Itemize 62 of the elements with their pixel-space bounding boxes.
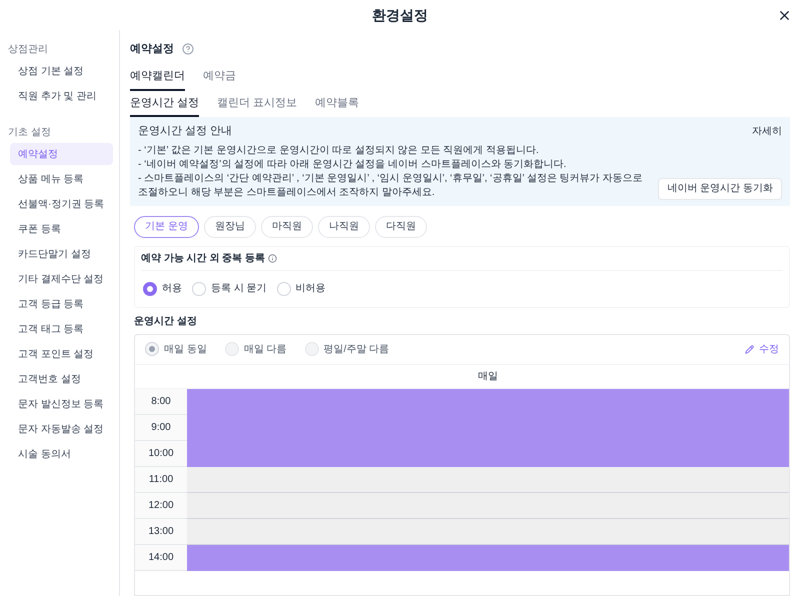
page-title: 예약설정 bbox=[130, 42, 174, 57]
sidebar-item[interactable]: 고객 포인트 설정 bbox=[10, 343, 113, 365]
sidebar-item[interactable]: 쿠폰 등록 bbox=[10, 218, 113, 240]
radio-button[interactable] bbox=[143, 282, 157, 296]
close-icon bbox=[777, 8, 792, 23]
notice-text: - ‘기본’ 값은 기본 운영시간으로 운영시간이 따로 설정되지 않은 모든 직원에게 적용됩니다. bbox=[138, 144, 540, 158]
sidebar-item[interactable]: 카드단말기 설정 bbox=[10, 243, 113, 265]
time-label: 14:00 bbox=[135, 544, 187, 570]
radio-label: 매일 동일 bbox=[164, 342, 207, 356]
sync-button[interactable]: 네이버 운영시간 동기화 bbox=[658, 178, 782, 200]
staff-chip[interactable]: 원장님 bbox=[204, 216, 256, 238]
radio-label: 허용 bbox=[162, 282, 182, 296]
sidebar-item[interactable]: 선불액·정기권 등록 bbox=[10, 193, 113, 215]
staff-chip[interactable]: 마직원 bbox=[260, 216, 313, 238]
sidebar-item[interactable]: 예약설정 bbox=[10, 143, 113, 165]
section-title: 운영시간 설정 bbox=[134, 314, 198, 328]
sidebar-item[interactable]: 시술 동의서 bbox=[10, 443, 113, 465]
notice-title: 운영시간 설정 안내 bbox=[138, 124, 232, 139]
tab[interactable]: 예약캘린더 bbox=[130, 68, 185, 90]
time-slot[interactable] bbox=[187, 388, 789, 414]
time-slot[interactable] bbox=[187, 440, 789, 466]
sidebar-group-title: 기초 설정 bbox=[7, 126, 52, 140]
pencil-icon bbox=[745, 344, 754, 354]
radio-label: 등록 시 묻기 bbox=[211, 282, 267, 296]
staff-chip[interactable]: 나직원 bbox=[318, 216, 370, 238]
time-slot[interactable] bbox=[187, 466, 789, 492]
window-title: 환경설정 bbox=[372, 6, 428, 24]
time-label: 12:00 bbox=[135, 492, 187, 518]
radio-label: 평일/주말 다름 bbox=[324, 342, 390, 356]
subtab[interactable]: 캘린더 표시정보 bbox=[217, 94, 298, 117]
time-slot[interactable] bbox=[187, 518, 789, 544]
tab[interactable]: 예약금 bbox=[203, 68, 236, 90]
sidebar-item[interactable]: 고객번호 설정 bbox=[10, 368, 113, 390]
sidebar-item[interactable]: 상점 기본 설정 bbox=[10, 60, 113, 82]
time-label: 11:00 bbox=[135, 466, 187, 492]
time-slot[interactable] bbox=[187, 544, 789, 570]
radio-label: 비허용 bbox=[296, 282, 326, 296]
time-label: 9:00 bbox=[135, 414, 187, 440]
staff-chip[interactable]: 다직원 bbox=[374, 216, 427, 238]
sidebar-item[interactable]: 상품 메뉴 등록 bbox=[10, 168, 113, 190]
detail-link[interactable]: 자세히 bbox=[752, 124, 782, 139]
sidebar-item[interactable]: 고객 태그 등록 bbox=[10, 318, 113, 340]
help-icon[interactable] bbox=[182, 43, 194, 55]
notice-text: - 스마트플레이스의 ‘간단 예약관리’ , ‘기본 운영일시’ , ‘임시 운영일시’, ‘휴무일’, ‘공휴일’ 설정은 팅커뷰가 자동으로 조절하오니 해당 부분은 스마트플레이스에서 조작하지 말아주세요. bbox=[138, 172, 644, 200]
subtab[interactable]: 예약블록 bbox=[315, 94, 360, 117]
time-label: 13:00 bbox=[135, 518, 187, 544]
sidebar-item[interactable]: 문자 발신정보 등록 bbox=[10, 393, 113, 415]
time-label: 10:00 bbox=[135, 440, 187, 466]
sidebar-item[interactable]: 기타 결제수단 설정 bbox=[10, 268, 113, 290]
sidebar-item[interactable]: 문자 자동발송 설정 bbox=[10, 418, 113, 440]
staff-chip[interactable]: 기본 운영 bbox=[134, 216, 199, 238]
sidebar-item[interactable]: 직원 추가 및 관리 bbox=[10, 85, 113, 107]
sidebar-group-title: 상점관리 bbox=[7, 43, 49, 57]
radio-label: 매일 다름 bbox=[244, 342, 287, 356]
time-slot[interactable] bbox=[187, 492, 789, 518]
column-header: 매일 bbox=[477, 370, 499, 384]
edit-button[interactable]: 수정 bbox=[745, 342, 779, 356]
section-title: 예약 가능 시간 외 중복 등록 bbox=[141, 252, 265, 266]
info-icon[interactable] bbox=[268, 254, 277, 262]
time-label: 8:00 bbox=[135, 388, 187, 414]
notice-text: - ‘네이버 예약설정’의 설정에 따라 아래 운영시간 설정을 네이버 스마트플레이스와 동기화합니다. bbox=[138, 158, 568, 172]
sidebar-item[interactable]: 고객 등급 등록 bbox=[10, 293, 113, 315]
